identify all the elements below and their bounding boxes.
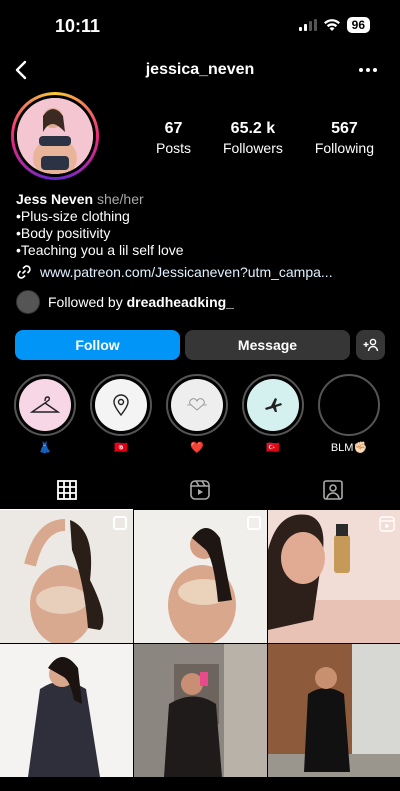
pronouns: she/her [96,191,144,207]
following-count[interactable]: 567 Following [315,120,374,156]
highlight-item[interactable]: 🇹🇷 [242,374,304,454]
add-person-icon [363,338,378,352]
bio-link-text: www.patreon.com/Jessicaneven?utm_campa..… [40,264,333,280]
story-highlights: 👗 🇹🇳 ❤️ 🇹🇷 BLM✊🏻 [8,374,400,464]
follow-button[interactable]: Follow [15,330,180,360]
tab-posts-grid[interactable] [0,470,133,510]
profile-actions: Follow Message [15,330,385,360]
follower-avatar [16,290,40,314]
more-options-icon[interactable] [356,58,380,82]
multi-photo-icon [113,516,127,530]
bio-link[interactable]: www.patreon.com/Jessicaneven?utm_campa..… [16,264,333,280]
highlight-item[interactable]: 👗 [14,374,76,454]
location-pin-icon [113,394,129,417]
highlight-label: ❤️ [190,442,204,454]
link-icon [17,265,31,279]
posts-count[interactable]: 67 Posts [156,120,191,156]
tagged-icon [322,480,343,500]
bio-line: •Plus-size clothing [16,208,130,224]
profile-avatar-story-ring[interactable] [11,92,99,180]
reels-icon [189,480,210,500]
profile-header: jessica_neven [0,52,400,90]
profile-stats: 67 Posts 65.2 k Followers 567 Following [140,120,390,156]
status-bar: 10:11 96 [0,0,400,50]
airplane-icon [265,398,282,412]
multi-photo-icon [247,516,261,530]
wifi-icon [323,19,340,31]
profile-bio: Jess Neven she/her •Plus-size clothing •… [16,191,386,259]
profile-username: jessica_neven [145,61,255,78]
reel-icon [379,516,395,532]
bio-line: •Body positivity [16,225,111,241]
grid-post[interactable] [0,644,133,777]
followers-count[interactable]: 65.2 k Followers [223,120,283,156]
battery-indicator: 96 [346,17,370,33]
highlight-label: 👗 [38,442,52,454]
suggested-users-button[interactable] [356,330,385,360]
avatar [17,98,93,174]
status-icons: 96 [298,17,370,33]
hanger-icon [30,396,60,413]
highlight-item[interactable]: 🇹🇳 [90,374,152,454]
highlight-item[interactable]: ❤️ [166,374,228,454]
grid-post[interactable] [134,644,267,777]
grid-post[interactable] [268,644,400,777]
grid-post[interactable] [134,510,267,643]
profile-tabs [0,470,400,510]
status-time: 10:11 [55,16,101,36]
heart-doodle-icon [187,398,207,411]
tab-reels[interactable] [133,470,266,510]
followed-by[interactable]: Followed by dreadheadking_ [16,290,234,314]
signal-icon [298,19,317,31]
message-button[interactable]: Message [185,330,350,360]
posts-grid [0,510,400,791]
grid-icon [56,479,77,500]
display-name: Jess Neven [16,191,94,207]
follower-username: dreadheadking_ [126,294,234,310]
bio-line: •Teaching you a lil self love [16,242,184,258]
highlight-label: 🇹🇳 [114,442,128,454]
grid-post[interactable] [0,510,133,643]
highlight-item[interactable]: BLM✊🏻 [318,374,380,454]
highlight-label: BLM✊🏻 [330,442,368,454]
tab-tagged[interactable] [266,470,399,510]
grid-post[interactable] [268,510,400,643]
highlight-label: 🇹🇷 [266,442,280,454]
